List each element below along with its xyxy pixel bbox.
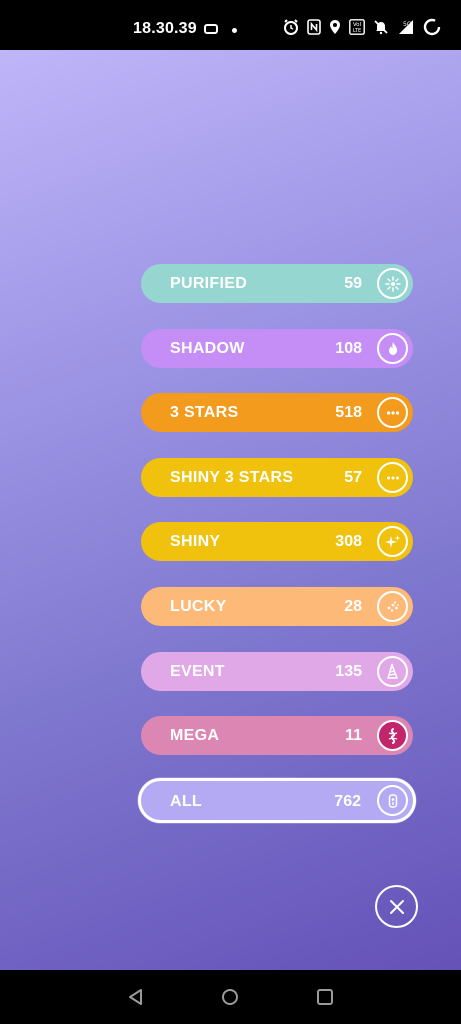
- filter-count: 59: [344, 275, 362, 292]
- filter-all[interactable]: ALL 762: [138, 778, 416, 823]
- filter-purified[interactable]: PURIFIED 59: [141, 264, 413, 303]
- filter-label: PURIFIED: [170, 275, 248, 292]
- party-hat-icon: [377, 656, 408, 687]
- navigation-bar: [0, 970, 461, 1024]
- close-icon: [389, 899, 404, 914]
- filter-lucky[interactable]: LUCKY 28: [141, 587, 413, 626]
- filter-count: 57: [344, 469, 362, 486]
- purified-icon: [377, 268, 408, 299]
- filter-mega[interactable]: MEGA 11: [141, 716, 413, 755]
- alarm-icon: [284, 19, 298, 35]
- sparkles-icon: [377, 526, 408, 557]
- filter-count: 11: [345, 727, 362, 744]
- game-controller-icon: [204, 24, 218, 34]
- filter-3-stars[interactable]: 3 STARS 518: [141, 393, 413, 432]
- pokeball-all-icon: [377, 785, 408, 816]
- filter-label: MEGA: [170, 727, 220, 744]
- filter-count: 135: [335, 663, 362, 680]
- back-icon[interactable]: [127, 988, 145, 1006]
- notification-dot-icon: [232, 28, 237, 33]
- filter-label: SHADOW: [170, 340, 245, 357]
- recents-icon[interactable]: [316, 988, 334, 1006]
- shadow-flame-icon: [377, 333, 408, 364]
- svg-text:LTE: LTE: [353, 28, 361, 34]
- close-button[interactable]: [375, 885, 418, 928]
- filter-label: SHINY: [170, 533, 221, 550]
- filter-count: 28: [344, 598, 362, 615]
- filter-label: SHINY 3 STARS: [170, 469, 294, 486]
- svg-text:5G: 5G: [403, 21, 412, 28]
- mega-icon: [377, 720, 408, 751]
- filter-shiny[interactable]: SHINY 308: [141, 522, 413, 561]
- filter-label: EVENT: [170, 663, 225, 680]
- filter-label: LUCKY: [170, 598, 227, 615]
- filter-count: 108: [335, 340, 362, 357]
- filter-shiny-3-stars[interactable]: SHINY 3 STARS 57: [141, 458, 413, 497]
- filter-count: 308: [335, 533, 362, 550]
- volte-icon: VoI LTE: [349, 19, 365, 35]
- mute-icon: [374, 20, 388, 35]
- nfc-icon: [307, 19, 321, 35]
- filter-label: ALL: [170, 793, 203, 810]
- filter-event[interactable]: EVENT 135: [141, 652, 413, 691]
- status-icons: VoI LTE 5G: [283, 18, 441, 36]
- signal-5g-icon: 5G: [399, 20, 413, 34]
- home-icon[interactable]: [221, 988, 239, 1006]
- filter-count: 762: [334, 793, 361, 810]
- location-icon: [330, 20, 340, 34]
- three-stars-icon: [377, 397, 408, 428]
- status-time: 18.30.39: [133, 20, 197, 37]
- shiny-three-stars-icon: [377, 462, 408, 493]
- lucky-icon: [377, 591, 408, 622]
- filter-count: 518: [335, 404, 362, 421]
- status-bar: 18.30.39 VoI LTE 5G: [0, 0, 461, 50]
- filter-shadow[interactable]: SHADOW 108: [141, 329, 413, 368]
- battery-icon: [423, 18, 441, 36]
- filter-label: 3 STARS: [170, 404, 239, 421]
- app-area: PURIFIED 59 SHADOW 108 3 STARS 518 SHINY…: [0, 50, 461, 970]
